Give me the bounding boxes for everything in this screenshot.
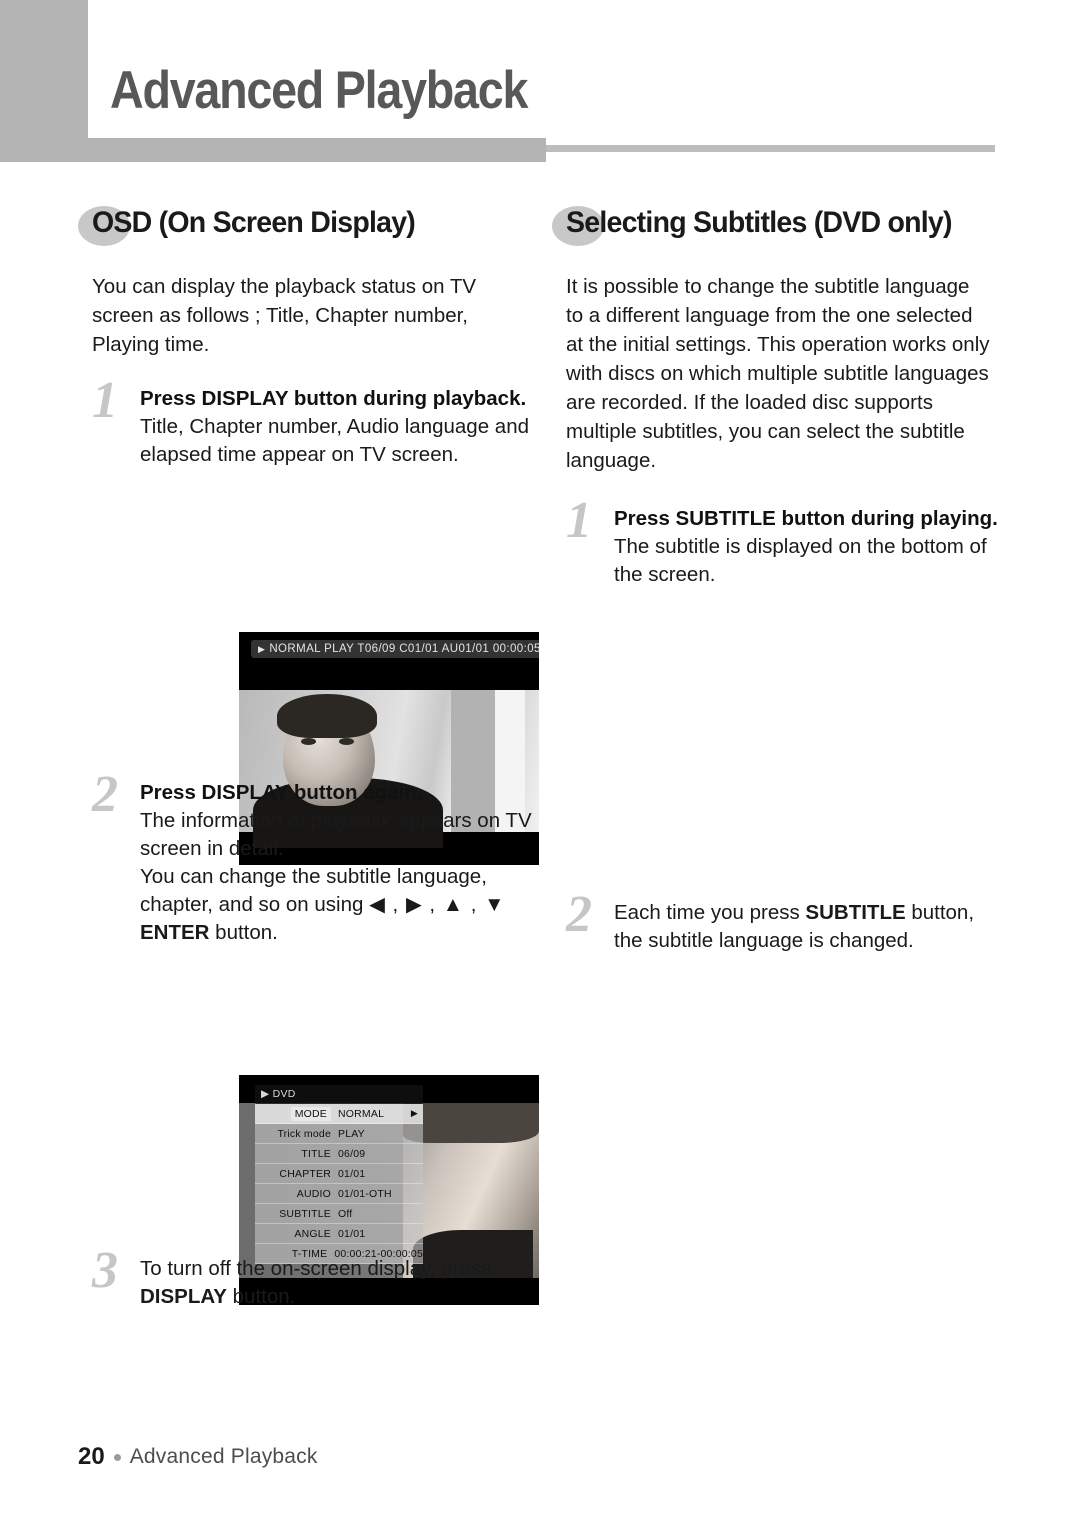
girl-figure-shape bbox=[403, 1103, 539, 1278]
step-body-line1: To turn off the on-screen display, press bbox=[140, 1257, 492, 1280]
step-body: Each time you press SUBTITLE button, the… bbox=[614, 899, 1006, 955]
osd-status-bar: ▶ NORMAL PLAY T06/09 C01/01 AU01/01 00:00… bbox=[251, 640, 539, 658]
page-number: 20 bbox=[78, 1443, 105, 1470]
man-left-eye-shape bbox=[301, 738, 316, 745]
step-2-osd: 2 Press DISPLAY button again. The inform… bbox=[92, 769, 532, 947]
header-rule bbox=[546, 145, 995, 152]
step-body-line1: The information of playback appears on T… bbox=[140, 809, 532, 860]
dot-icon bbox=[113, 1453, 121, 1461]
osd-intro-paragraph: You can display the playback status on T… bbox=[92, 275, 477, 356]
step-body: The subtitle is displayed on the bottom … bbox=[614, 535, 987, 586]
osd-row-key: ANGLE bbox=[294, 1227, 331, 1240]
osd-row-value: 06/09 bbox=[338, 1147, 366, 1160]
girl-hair-shape bbox=[403, 1103, 539, 1143]
play-triangle-icon: ▶ bbox=[261, 1088, 270, 1100]
subtitle-button-label: SUBTITLE bbox=[805, 901, 906, 924]
left-column: OSD (On Screen Display) You can display … bbox=[78, 200, 539, 1311]
step-body-line2: You can change the subtitle language, ch… bbox=[140, 863, 532, 919]
display-button-label: DISPLAY bbox=[140, 1285, 227, 1308]
right-column: Selecting Subtitles (DVD only) It is pos… bbox=[552, 200, 998, 955]
page-title: Advanced Playback bbox=[110, 61, 528, 120]
osd-menu-header: ▶ DVD bbox=[255, 1085, 423, 1104]
step-number: 1 bbox=[566, 492, 592, 549]
osd-menu-row-subtitle[interactable]: SUBTITLE Off bbox=[255, 1204, 423, 1224]
osd-menu-row-angle[interactable]: ANGLE 01/01 bbox=[255, 1224, 423, 1244]
man-hair-shape bbox=[277, 694, 377, 738]
osd-menu-row-title[interactable]: TITLE 06/09 bbox=[255, 1144, 423, 1164]
osd-menu-header-label: DVD bbox=[272, 1088, 296, 1100]
section-title-osd: OSD (On Screen Display) bbox=[92, 206, 416, 239]
osd-status-text: NORMAL PLAY T06/09 C01/01 AU01/01 00:00:… bbox=[269, 643, 539, 655]
osd-row-key: Trick mode bbox=[277, 1127, 331, 1140]
step-number: 2 bbox=[92, 766, 118, 823]
chevron-right-icon: ▶ bbox=[410, 1108, 418, 1118]
step-3-osd: 3 To turn off the on-screen display, pre… bbox=[92, 1245, 532, 1311]
enter-button-label: ENTER bbox=[140, 921, 210, 944]
step-title: Press DISPLAY button again. bbox=[140, 781, 423, 804]
osd-row-value: 01/01-OTH bbox=[338, 1187, 392, 1200]
step-2-subtitle: 2 Each time you press SUBTITLE button, t… bbox=[566, 889, 1006, 955]
enter-button-suffix: button. bbox=[209, 921, 278, 944]
osd-menu-row-chapter[interactable]: CHAPTER 01/01 bbox=[255, 1164, 423, 1184]
subtitles-intro-paragraph: It is possible to change the subtitle la… bbox=[566, 275, 990, 472]
section-heading-osd: OSD (On Screen Display) bbox=[78, 200, 518, 258]
osd-menu-row-trick-mode[interactable]: Trick mode PLAY bbox=[255, 1124, 423, 1144]
step-body: Title, Chapter number, Audio language an… bbox=[140, 415, 530, 466]
footer-chapter-label: Advanced Playback bbox=[129, 1445, 318, 1468]
osd-menu-panel[interactable]: ▶ DVD MODE NORMAL ▶ Trick mode PLAY TITL… bbox=[255, 1085, 423, 1264]
section-heading-subtitles: Selecting Subtitles (DVD only) bbox=[552, 200, 992, 258]
step-number: 3 bbox=[92, 1242, 118, 1299]
step-number: 2 bbox=[566, 886, 592, 943]
step-title: Press SUBTITLE button during playing. bbox=[614, 507, 998, 530]
play-triangle-icon: ▶ bbox=[258, 644, 266, 654]
header-vertical-bar bbox=[0, 0, 88, 142]
page-footer: 20 Advanced Playback bbox=[78, 1443, 318, 1471]
section-title-subtitles: Selecting Subtitles (DVD only) bbox=[566, 206, 953, 239]
header-horizontal-bar bbox=[0, 138, 546, 162]
step-number: 1 bbox=[92, 372, 118, 429]
osd-row-value: 01/01 bbox=[338, 1227, 366, 1240]
osd-row-key: SUBTITLE bbox=[279, 1207, 331, 1220]
step-title: Press DISPLAY button during playback. bbox=[140, 387, 527, 410]
osd-menu-row-mode[interactable]: MODE NORMAL ▶ bbox=[255, 1104, 423, 1124]
osd-menu-row-audio[interactable]: AUDIO 01/01-OTH bbox=[255, 1184, 423, 1204]
osd-row-value: NORMAL bbox=[338, 1107, 385, 1120]
osd-row-key: TITLE bbox=[301, 1147, 331, 1160]
osd-row-key: AUDIO bbox=[296, 1187, 331, 1200]
osd-row-key: CHAPTER bbox=[279, 1167, 331, 1180]
man-right-eye-shape bbox=[339, 738, 354, 745]
osd-row-value: Off bbox=[338, 1207, 353, 1220]
direction-arrows-icon: ◀ , ▶ , ▲ , ▼ bbox=[369, 893, 506, 916]
step-body-line3: ENTER button. bbox=[140, 919, 532, 947]
step-body-line2: DISPLAY button. bbox=[140, 1283, 532, 1311]
step-1-subtitle: 1 Press SUBTITLE button during playing. … bbox=[566, 495, 1006, 589]
step-1-osd: 1 Press DISPLAY button during playback. … bbox=[92, 375, 532, 469]
osd-row-value: PLAY bbox=[338, 1127, 365, 1140]
step-body-prefix: Each time you press bbox=[614, 901, 806, 924]
osd-row-value: 01/01 bbox=[338, 1167, 366, 1180]
display-button-suffix: button. bbox=[226, 1285, 296, 1308]
osd-row-key: MODE bbox=[290, 1106, 331, 1121]
